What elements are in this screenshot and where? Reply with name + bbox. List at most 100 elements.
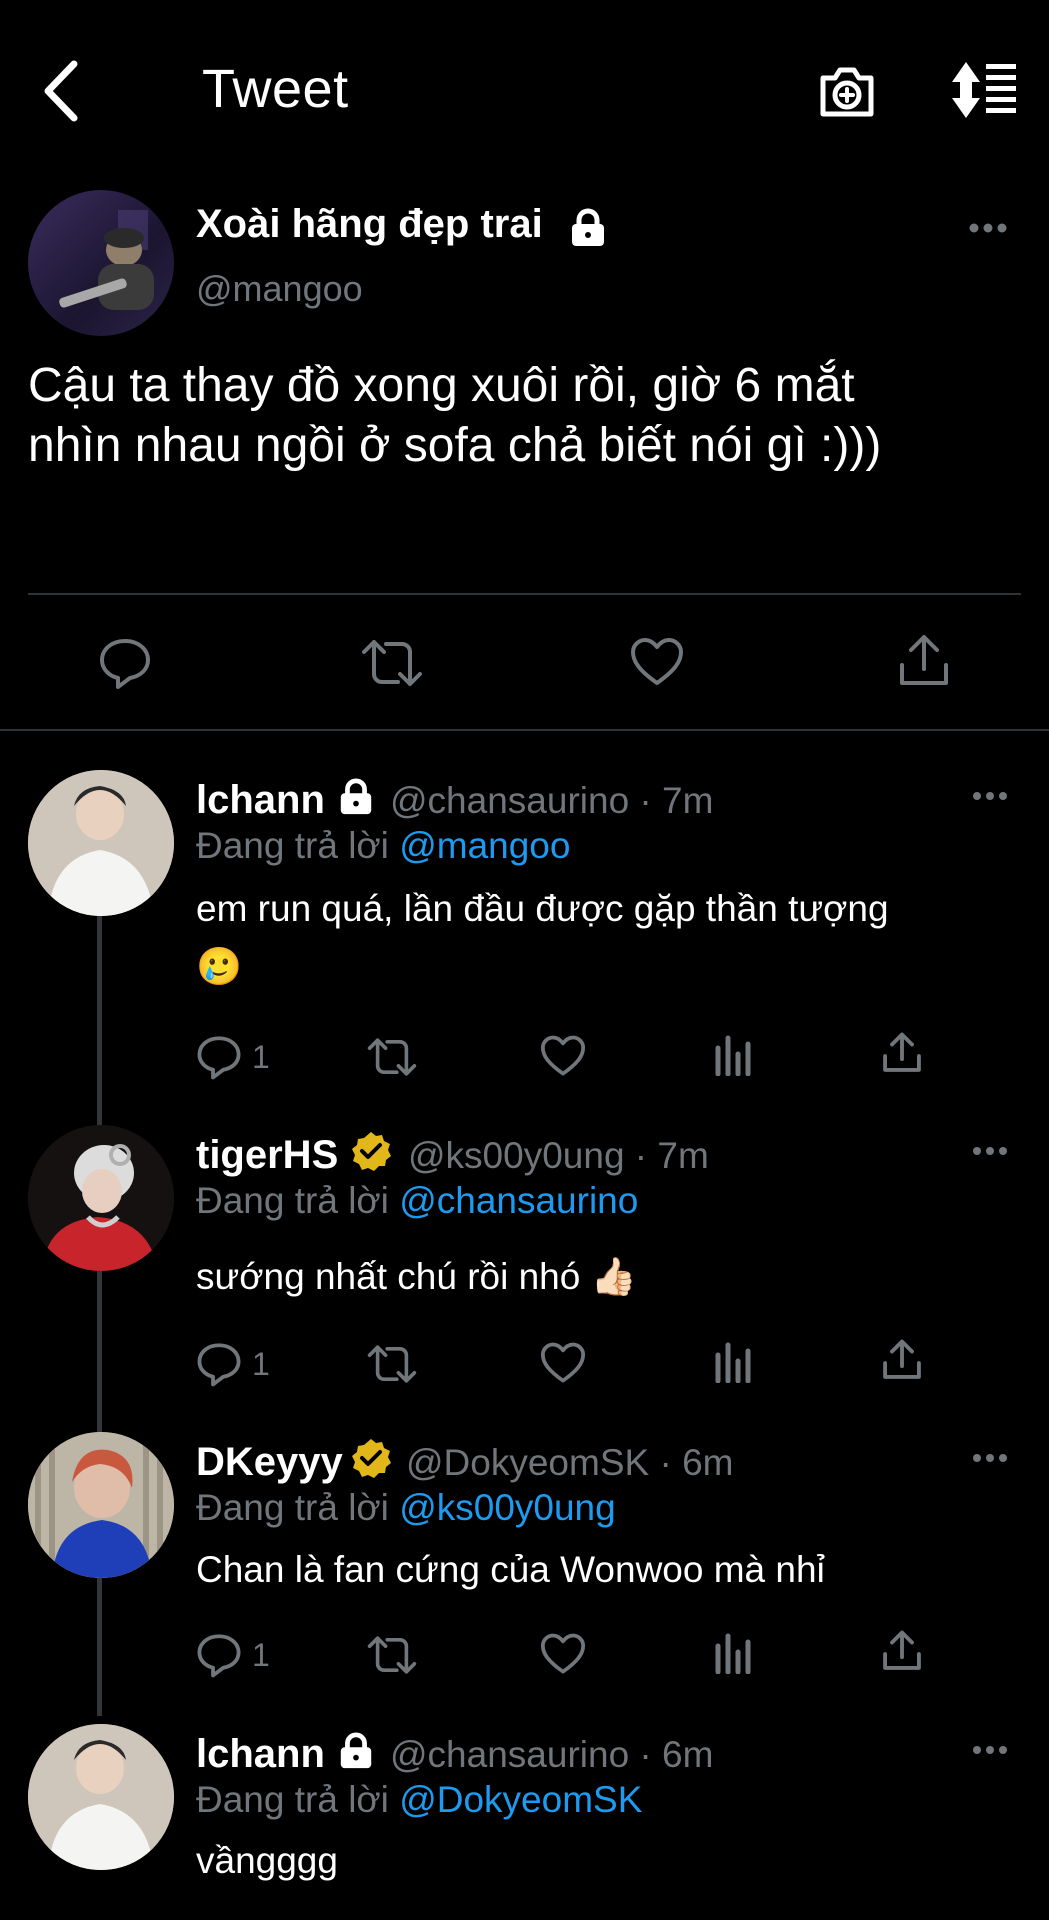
- mention-link[interactable]: @chansaurino: [399, 1180, 638, 1221]
- reply-handle-time[interactable]: @chansaurino · 7m: [390, 780, 713, 822]
- more-icon: [973, 792, 1007, 800]
- page-title: Tweet: [202, 59, 349, 119]
- reply-icon: [100, 639, 150, 689]
- author-handle[interactable]: @mangoo: [196, 268, 363, 310]
- more-button[interactable]: [972, 1452, 1008, 1464]
- reply-icon: [197, 1634, 241, 1678]
- lock-icon: [337, 778, 375, 816]
- reply-button[interactable]: 1: [196, 1341, 270, 1387]
- avatar-image: [59, 210, 154, 310]
- avatar[interactable]: [28, 190, 174, 336]
- emoji: 🥲: [196, 946, 243, 987]
- retweet-icon: [367, 1038, 417, 1076]
- like-button[interactable]: [540, 1342, 586, 1384]
- reply-count: 1: [252, 1345, 270, 1382]
- reply-button[interactable]: [98, 636, 152, 690]
- more-button[interactable]: [972, 1145, 1008, 1157]
- replying-prefix: Đang trả lời: [196, 1487, 389, 1528]
- avatar[interactable]: [28, 1724, 174, 1870]
- reply-handle-time[interactable]: @chansaurino · 6m: [390, 1734, 713, 1776]
- share-icon: [900, 635, 948, 685]
- reply-count: 1: [252, 1636, 270, 1673]
- share-icon: [883, 1630, 921, 1670]
- verified-badge-icon: [350, 1437, 392, 1479]
- share-button[interactable]: [882, 1629, 922, 1673]
- more-button[interactable]: [972, 790, 1008, 802]
- author-display-name: Xoài hãng đẹp trai: [196, 202, 543, 246]
- more-icon: [973, 1746, 1007, 1754]
- reply-text: vầngggg: [196, 1832, 338, 1890]
- reply-author-name[interactable]: lchann: [196, 778, 325, 823]
- reply-author-name[interactable]: DKeyyy: [196, 1440, 343, 1485]
- replying-prefix: Đang trả lời: [196, 825, 389, 866]
- chevron-left-icon: [44, 60, 78, 122]
- back-button[interactable]: [38, 58, 88, 124]
- analytics-button[interactable]: [713, 1341, 753, 1383]
- share-button[interactable]: [882, 1338, 922, 1382]
- more-icon: [973, 1454, 1007, 1462]
- like-button[interactable]: [630, 637, 684, 687]
- author-name[interactable]: Xoài hãng đẹp trai: [196, 202, 543, 247]
- analytics-button[interactable]: [713, 1034, 753, 1076]
- heart-icon: [631, 638, 683, 685]
- tweet-text-line: Cậu ta thay đồ xong xuôi rồi, giờ 6 mắt: [28, 359, 855, 412]
- reply-author-name[interactable]: lchann: [196, 1732, 325, 1777]
- retweet-button[interactable]: [366, 1344, 418, 1384]
- like-button[interactable]: [540, 1633, 586, 1675]
- share-button[interactable]: [898, 633, 950, 689]
- avatar-image: [28, 1125, 174, 1271]
- camera-button[interactable]: [817, 64, 877, 120]
- retweet-button[interactable]: [366, 1635, 418, 1675]
- reply-count: 1: [252, 1038, 270, 1075]
- reply-author-name[interactable]: tigerHS: [196, 1133, 338, 1178]
- replying-to: Đang trả lời @chansaurino: [196, 1180, 638, 1222]
- analytics-button[interactable]: [713, 1632, 753, 1674]
- analytics-icon: [715, 1035, 751, 1076]
- mention-link[interactable]: @mangoo: [399, 825, 570, 866]
- retweet-button[interactable]: [360, 638, 424, 688]
- replying-to: Đang trả lời @mangoo: [196, 825, 570, 867]
- mention-link[interactable]: @DokyeomSK: [399, 1779, 642, 1820]
- reply-text-line: Chan là fan cứng của Wonwoo mà nhỉ: [196, 1549, 825, 1590]
- more-button[interactable]: [968, 222, 1008, 234]
- avatar[interactable]: [28, 1432, 174, 1578]
- mention-link[interactable]: @ks00y0ung: [399, 1487, 616, 1528]
- avatar[interactable]: [28, 770, 174, 916]
- like-button[interactable]: [540, 1035, 586, 1077]
- tweet-text-line: nhìn nhau ngồi ở sofa chả biết nói gì :)…: [28, 419, 882, 472]
- replying-prefix: Đang trả lời: [196, 1779, 389, 1820]
- divider: [0, 729, 1049, 731]
- reply-button[interactable]: 1: [196, 1034, 270, 1080]
- replying-to: Đang trả lời @DokyeomSK: [196, 1779, 642, 1821]
- sort-button[interactable]: [946, 60, 1018, 120]
- analytics-icon: [715, 1342, 751, 1383]
- reply-handle-time[interactable]: @DokyeomSK · 6m: [406, 1442, 733, 1484]
- reply-icon: [197, 1036, 241, 1080]
- lock-icon: [568, 208, 608, 248]
- retweet-button[interactable]: [366, 1037, 418, 1077]
- reply-text: Chan là fan cứng của Wonwoo mà nhỉ: [196, 1541, 825, 1599]
- verified-badge-icon: [350, 1130, 392, 1172]
- thread-line: [97, 916, 102, 1716]
- more-icon: [973, 1147, 1007, 1155]
- avatar[interactable]: [28, 1125, 174, 1271]
- reply-text-line: em run quá, lần đầu được gặp thần tượng: [196, 888, 889, 929]
- more-button[interactable]: [972, 1744, 1008, 1756]
- tweet-text: Cậu ta thay đồ xong xuôi rồi, giờ 6 mắt …: [28, 356, 1028, 476]
- reply-icon: [197, 1343, 241, 1387]
- more-icon: [969, 223, 1007, 233]
- reply-handle-time[interactable]: @ks00y0ung · 7m: [408, 1135, 709, 1177]
- replying-to: Đang trả lời @ks00y0ung: [196, 1487, 616, 1529]
- reply-button[interactable]: 1: [196, 1632, 270, 1678]
- heart-icon: [540, 1342, 586, 1383]
- share-icon: [883, 1032, 921, 1072]
- reply-text: em run quá, lần đầu được gặp thần tượng …: [196, 880, 889, 996]
- reply-text: sướng nhất chú rồi nhó 👍🏻: [196, 1248, 637, 1306]
- divider: [28, 593, 1021, 595]
- retweet-icon: [367, 1636, 417, 1674]
- share-button[interactable]: [882, 1031, 922, 1075]
- reply-text-line: vầngggg: [196, 1840, 338, 1881]
- heart-icon: [540, 1633, 586, 1674]
- retweet-icon: [362, 640, 422, 686]
- share-icon: [883, 1339, 921, 1379]
